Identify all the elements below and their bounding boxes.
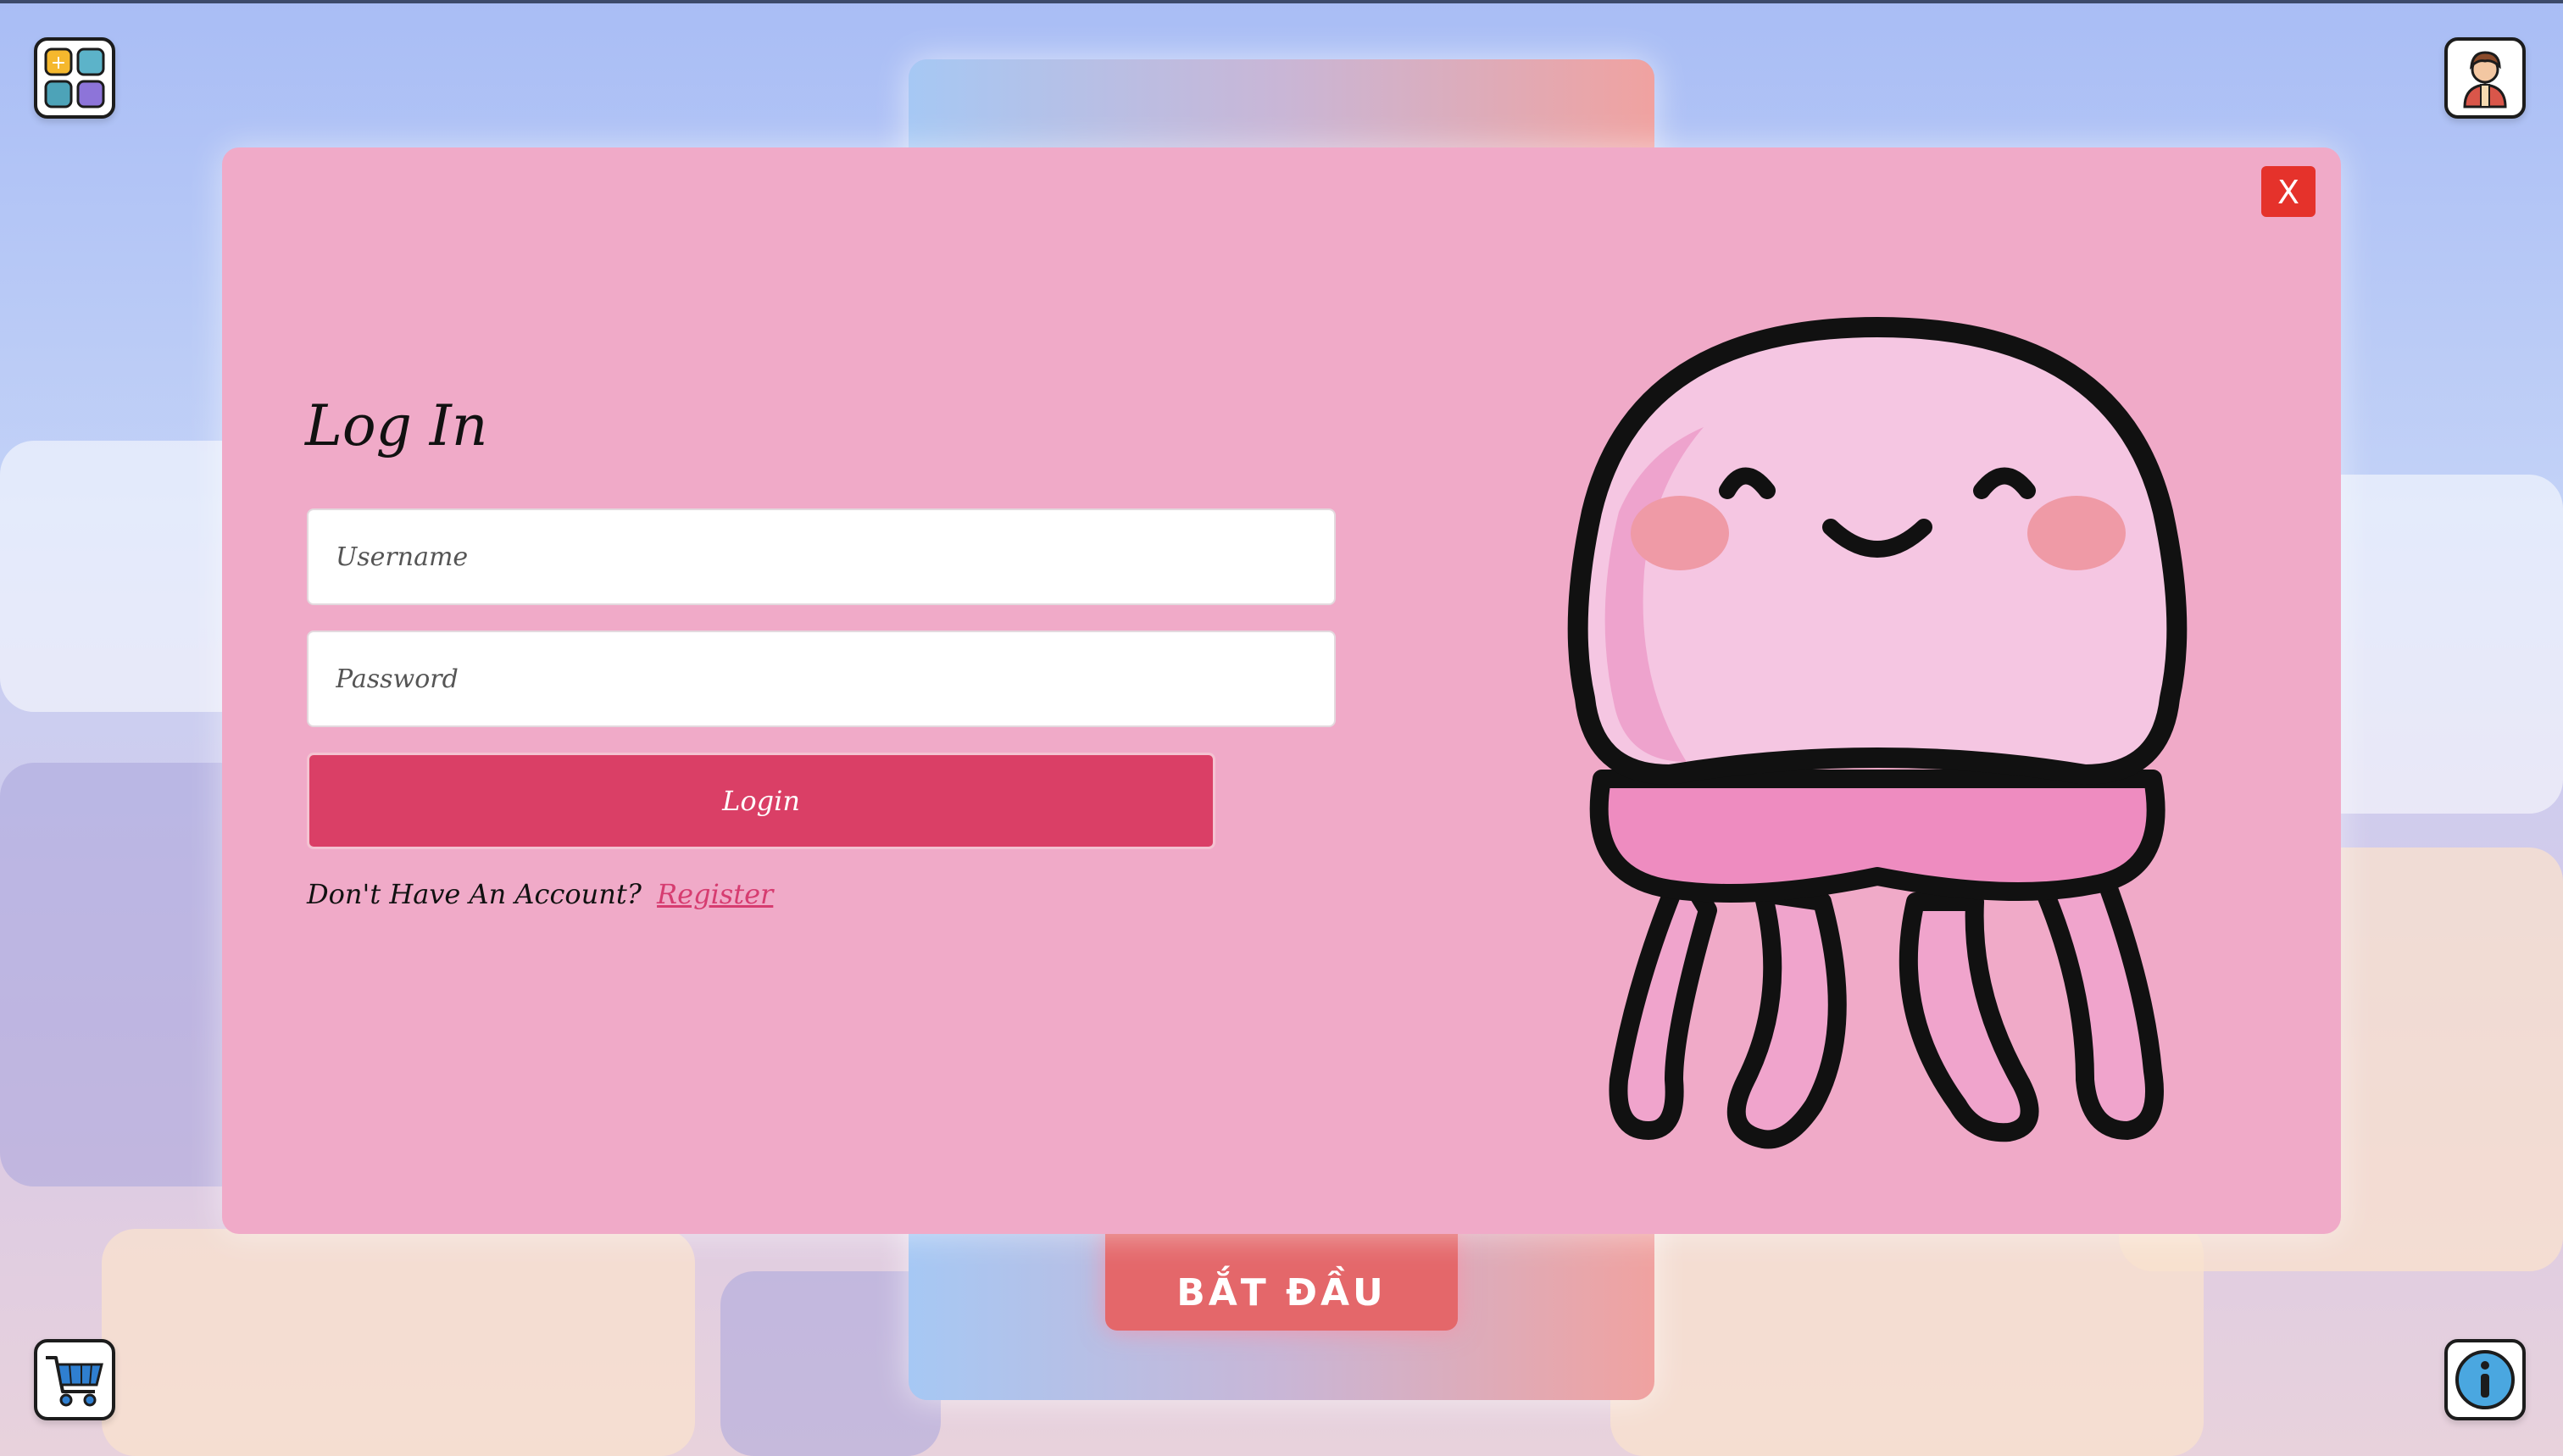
start-button-label: BẮT ĐẦU (1176, 1270, 1387, 1314)
username-input[interactable] (307, 508, 1336, 605)
user-avatar-icon (2463, 51, 2507, 108)
profile-button[interactable] (2444, 37, 2526, 119)
shopping-cart-icon (46, 1356, 103, 1407)
no-account-text: Don't Have An Account? (307, 878, 642, 910)
apps-grid-icon: + (44, 47, 105, 108)
register-link[interactable]: Register (657, 878, 773, 910)
register-prompt: Don't Have An Account? Register (307, 878, 773, 910)
window-top-border (0, 0, 2563, 3)
info-button[interactable] (2444, 1339, 2526, 1420)
start-button[interactable]: BẮT ĐẦU (1105, 1220, 1458, 1331)
login-title: Log In (305, 393, 488, 458)
jellyfish-illustration (1567, 317, 2188, 1149)
svg-text:+: + (51, 53, 66, 74)
apps-button[interactable]: + (34, 37, 115, 119)
close-button[interactable]: X (2261, 166, 2316, 217)
cart-button[interactable] (34, 1339, 115, 1420)
login-button[interactable]: Login (307, 753, 1215, 849)
password-input[interactable] (307, 631, 1336, 727)
info-icon (2455, 1350, 2515, 1409)
login-modal: X Log In Login Don't Have An Account? Re… (222, 147, 2341, 1234)
